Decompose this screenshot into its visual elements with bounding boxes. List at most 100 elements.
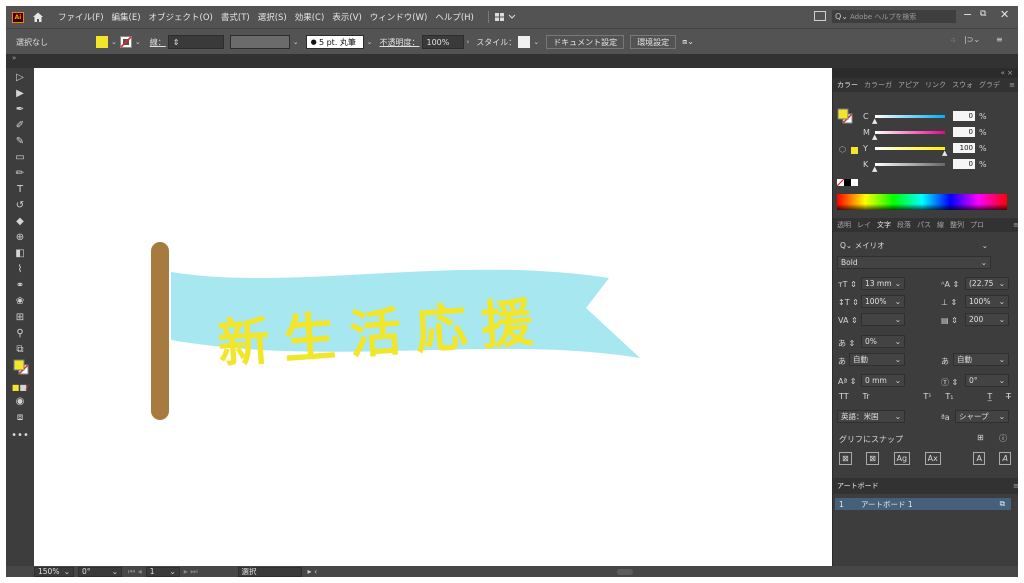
gradient-tool-icon[interactable]: ◧ (12, 246, 28, 260)
menu-effect[interactable]: 効果(C) (295, 11, 325, 23)
slider-value-k[interactable]: 0 (953, 159, 975, 169)
align-grid-icon[interactable]: ⁘ (950, 36, 957, 45)
brush-definition-dropdown[interactable]: ● 5 pt. 丸筆 (305, 35, 364, 49)
slider-thumb-k[interactable]: ▲ (872, 165, 877, 173)
gamut-swatch[interactable] (851, 147, 858, 154)
character-panel-menu-icon[interactable]: ≡ (1013, 221, 1018, 229)
default-colors-icon[interactable]: ⧉ (12, 342, 28, 356)
blend-tool-icon[interactable]: ⚭ (12, 278, 28, 292)
superscript-icon[interactable]: T¹ (923, 392, 931, 401)
tab-pathfinder[interactable]: パス (917, 220, 931, 230)
arrange-documents-icon[interactable] (814, 11, 826, 21)
stroke-none-swatch[interactable] (119, 36, 132, 48)
document-setup-button[interactable]: ドキュメント設定 (546, 35, 625, 49)
eraser-tool-icon[interactable]: ◆ (12, 214, 28, 228)
collapse-arrows-icon[interactable]: » (12, 54, 16, 62)
edit-toolbar-icon[interactable]: ••• (11, 428, 29, 442)
artboard-canvas[interactable]: 新生活応援 (34, 68, 832, 566)
menu-object[interactable]: オブジェクト(O) (149, 11, 213, 23)
menu-select[interactable]: 選択(S) (258, 11, 287, 23)
slider-track-y[interactable] (875, 147, 945, 150)
tracking-input[interactable]: 200 ⌄ (965, 313, 1009, 326)
snap-angular-icon[interactable]: A (973, 452, 985, 465)
horizontal-scale-input[interactable]: 100% ⌄ (965, 295, 1009, 308)
status-arrows-icon[interactable]: ▸ ‹ (308, 567, 318, 576)
character-rotation-input[interactable]: 0° ⌄ (965, 374, 1009, 387)
artboard-panel-menu-icon[interactable]: ≡ (1013, 482, 1018, 490)
artboard-options-icon[interactable]: ⧉ (1000, 499, 1005, 509)
panel-menu-icon[interactable]: ≡ (996, 35, 1003, 44)
color-mode-icon[interactable]: ■ ■ ⁄ (12, 380, 28, 394)
shape-builder-tool-icon[interactable]: ⊕ (12, 230, 28, 244)
preferences-button[interactable]: 環境設定 (630, 35, 677, 49)
close-icon[interactable]: ✕ (1000, 8, 1009, 21)
slider-thumb-c[interactable]: ▲ (872, 117, 877, 125)
snap-proximity-icon[interactable]: Ax (924, 452, 941, 465)
snap-options-icon[interactable]: ⊞ (977, 433, 984, 442)
none-black-white-swatches[interactable] (837, 178, 859, 188)
snap-baseline-icon[interactable]: ⊠ (839, 452, 852, 465)
tab-align[interactable]: 整列 (950, 220, 964, 230)
tab-gradient[interactable]: グラデ (979, 80, 1000, 90)
menu-view[interactable]: 表示(V) (332, 11, 361, 23)
tab-layers[interactable]: レイ (857, 220, 871, 230)
opacity-arrow-icon[interactable]: › (467, 38, 470, 46)
underline-icon[interactable]: T̲ (987, 392, 992, 401)
brush-chevron-down-icon[interactable]: ⌄ (367, 38, 373, 46)
selection-tool-icon[interactable]: ▷ (12, 70, 28, 84)
opacity-input[interactable]: 100% (421, 35, 464, 49)
snap-xheight-icon[interactable]: ⊠ (866, 452, 879, 465)
artboard-navigation-input[interactable]: 1 ⌄ (145, 566, 180, 577)
tab-swatches[interactable]: スウォ (952, 80, 973, 90)
mojiaki-right-dropdown[interactable]: 自動 ⌄ (953, 353, 1009, 366)
menu-type[interactable]: 書式(T) (221, 11, 250, 23)
stroke-chevron-down-icon[interactable]: ⌄ (135, 38, 141, 46)
tab-properties[interactable]: プロ (970, 220, 984, 230)
fill-chevron-down-icon[interactable]: ⌄ (111, 38, 117, 46)
tab-color[interactable]: カラー (837, 80, 858, 90)
tab-transparency[interactable]: 透明 (837, 220, 851, 230)
tab-color-guide[interactable]: カラーガ (864, 80, 892, 90)
style-chevron-down-icon[interactable]: ⌄ (533, 38, 539, 46)
anchor-tool-icon[interactable]: ✎ (12, 134, 28, 148)
collapse-panel-icon[interactable]: « × (1001, 69, 1013, 77)
horizontal-scrollbar-thumb[interactable] (617, 568, 634, 575)
fill-stroke-icon[interactable] (13, 359, 29, 375)
anti-aliasing-dropdown[interactable]: シャープ ⌄ (955, 410, 1009, 423)
font-size-input[interactable]: 13 mm ⌄ (861, 277, 905, 290)
font-style-dropdown[interactable]: Bold ⌄ (837, 256, 991, 269)
menu-edit[interactable]: 編集(E) (112, 11, 141, 23)
screen-mode-icon[interactable]: ⧈ (12, 410, 28, 424)
artboard-tool-icon[interactable]: ⊞ (12, 310, 28, 324)
paintbrush-tool-icon[interactable]: ✏ (12, 166, 28, 180)
symbol-sprayer-tool-icon[interactable]: ❀ (12, 294, 28, 308)
minimize-icon[interactable]: − (963, 8, 972, 21)
drawing-mode-icon[interactable]: ◉ (12, 394, 28, 408)
workspace-switcher-icon[interactable] (494, 12, 517, 22)
color-panel-menu-icon[interactable]: ≡ (1009, 81, 1015, 89)
slider-track-k[interactable] (875, 163, 945, 166)
stroke-weight-input[interactable]: ⇕ (167, 35, 224, 49)
baseline-shift-input[interactable]: 0 mm ⌄ (861, 374, 905, 387)
first-artboard-icon[interactable]: ⏮ ◂ (128, 567, 142, 577)
all-caps-icon[interactable]: TT (839, 392, 849, 401)
isolation-icon[interactable]: |⊃⌄ (964, 35, 980, 44)
fill-swatch[interactable] (96, 36, 108, 48)
tsume-input[interactable]: 0% ⌄ (861, 335, 905, 348)
rectangle-tool-icon[interactable]: ▭ (12, 150, 28, 164)
slider-track-m[interactable] (875, 131, 945, 134)
direct-selection-tool-icon[interactable]: ▶ (12, 86, 28, 100)
menu-file[interactable]: ファイル(F) (58, 11, 104, 23)
leading-input[interactable]: (22.75 ⌄ (965, 277, 1009, 290)
curvature-tool-icon[interactable]: ✐ (12, 118, 28, 132)
arrange-icon[interactable]: ⧈⌄ (682, 37, 694, 47)
slider-thumb-y[interactable]: ▲ (942, 149, 947, 157)
rotate-view-dropdown[interactable]: 0° ⌄ (78, 566, 122, 577)
restore-icon[interactable]: ⧉ (980, 9, 986, 19)
color-spectrum[interactable] (837, 194, 1007, 210)
slider-value-m[interactable]: 0 (953, 127, 975, 137)
tab-appearance[interactable]: アピア (898, 80, 919, 90)
tab-stroke[interactable]: 線 (937, 220, 944, 230)
slider-value-y[interactable]: 100 (953, 143, 975, 153)
artboard-row[interactable]: 1 アートボード 1 ⧉ (835, 498, 1011, 510)
